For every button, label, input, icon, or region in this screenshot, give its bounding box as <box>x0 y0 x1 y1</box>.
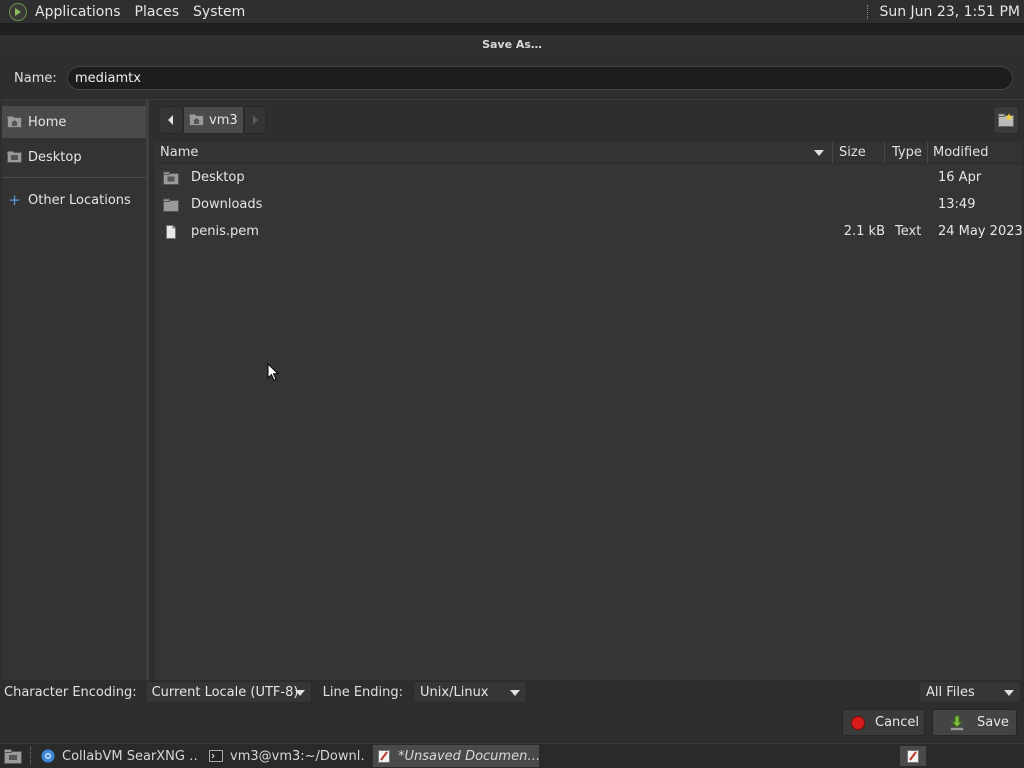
file-size: 2.1 kB <box>843 224 885 239</box>
home-folder-icon <box>7 116 22 128</box>
desktop-folder-icon <box>7 151 22 163</box>
create-folder-button[interactable] <box>993 106 1019 134</box>
chevron-left-icon <box>168 115 173 125</box>
taskbar-separator <box>30 747 31 765</box>
table-row[interactable]: penis.pem 2.1 kB Text 24 May 2023 <box>155 218 1023 245</box>
column-header-size[interactable]: Size <box>833 141 885 164</box>
sidebar-item-label: Home <box>28 114 67 130</box>
task-terminal[interactable]: vm3@vm3:~/Downl… <box>205 745 365 767</box>
column-label: Name <box>160 144 199 160</box>
mouse-pointer-icon <box>267 363 279 382</box>
name-row: Name: <box>0 61 1024 95</box>
panel-separator <box>867 4 871 19</box>
chevron-down-icon <box>294 690 305 696</box>
path-forward-button[interactable] <box>243 106 266 134</box>
system-menu[interactable]: System <box>186 0 252 24</box>
text-editor-icon <box>907 750 919 763</box>
folder-icon <box>163 198 179 212</box>
path-crumb-vm3[interactable]: vm3 <box>183 106 244 134</box>
applications-menu[interactable]: Applications <box>28 0 128 24</box>
taskbar: CollabVM SearXNG … vm3@vm3:~/Downl… *Uns… <box>0 743 1024 768</box>
line-ending-select[interactable]: Unix/Linux <box>413 681 528 703</box>
encoding-select[interactable]: Current Locale (UTF-8) <box>144 681 312 703</box>
desktop-folder-icon <box>163 171 179 185</box>
encoding-label: Character Encoding: <box>4 684 137 700</box>
sidebar-item-other-locations[interactable]: + Other Locations <box>2 184 146 216</box>
file-modified: 16 Apr <box>938 170 982 185</box>
file-type: Text <box>895 224 922 239</box>
terminal-icon <box>209 750 223 762</box>
sidebar-item-label: Desktop <box>28 149 82 165</box>
file-modified: 24 May 2023 <box>938 224 1023 239</box>
table-row[interactable]: Desktop 16 Apr <box>155 164 1022 191</box>
file-name: penis.pem <box>191 224 259 239</box>
task-label: *Unsaved Documen… <box>398 748 539 764</box>
column-header-name[interactable]: Name <box>155 141 833 164</box>
browser-icon <box>41 749 55 763</box>
clock[interactable]: Sun Jun 23, 1:51 PM <box>879 4 1020 20</box>
new-folder-icon <box>998 113 1014 127</box>
task-text-editor[interactable]: *Unsaved Documen… <box>373 745 539 767</box>
table-row[interactable]: Downloads 13:49 <box>155 191 1022 218</box>
sidebar-item-home[interactable]: Home <box>2 106 146 138</box>
list-header: Name Size Type Modified <box>155 141 1022 164</box>
plus-icon: + <box>8 191 21 209</box>
cancel-label: Cancel <box>875 715 920 730</box>
tray-text-editor-launcher[interactable] <box>900 746 926 766</box>
path-crumb-label: vm3 <box>209 112 238 128</box>
name-label: Name: <box>14 70 57 86</box>
file-name: Downloads <box>191 197 263 212</box>
file-name: Desktop <box>191 170 245 185</box>
places-menu[interactable]: Places <box>128 0 187 24</box>
file-filter-select[interactable]: All Files <box>919 681 1021 703</box>
chevron-down-icon <box>1004 690 1014 696</box>
download-icon <box>950 715 964 731</box>
sort-down-icon <box>814 149 824 156</box>
file-modified: 13:49 <box>938 197 976 212</box>
chevron-down-icon <box>510 690 521 696</box>
options-row: Character Encoding: Current Locale (UTF-… <box>0 680 1024 704</box>
show-desktop-icon <box>4 749 22 764</box>
column-header-modified[interactable]: Modified <box>928 142 1020 164</box>
path-bar: vm3 <box>159 106 266 134</box>
line-ending-value: Unix/Linux <box>420 684 489 700</box>
file-filter-value: All Files <box>926 684 975 700</box>
chevron-right-icon <box>252 115 258 125</box>
path-back-button[interactable] <box>159 106 183 134</box>
mate-logo-icon[interactable] <box>9 2 27 21</box>
file-list: Name Size Type Modified Desktop 16 Apr D… <box>155 141 1023 680</box>
save-as-dialog: Save As… Name: Home Desktop + Other Loca… <box>0 35 1024 743</box>
sidebar-separator <box>2 177 146 178</box>
task-label: vm3@vm3:~/Downl… <box>230 748 365 764</box>
divider <box>0 99 1024 100</box>
sidebar-item-label: Other Locations <box>28 192 131 208</box>
line-ending-label: Line Ending: <box>322 684 404 700</box>
text-editor-icon <box>378 750 390 763</box>
save-label: Save <box>977 715 1009 730</box>
show-desktop-button[interactable] <box>2 747 24 765</box>
save-button[interactable]: Save <box>932 709 1017 736</box>
cancel-button[interactable]: Cancel <box>842 709 925 736</box>
places-sidebar: Home Desktop + Other Locations <box>2 100 149 680</box>
sidebar-item-desktop[interactable]: Desktop <box>2 141 146 173</box>
cancel-icon <box>851 715 865 730</box>
top-panel: Applications Places System Sun Jun 23, 1… <box>0 0 1024 24</box>
dialog-title: Save As… <box>0 35 1024 55</box>
text-file-icon <box>163 224 179 239</box>
task-label: CollabVM SearXNG … <box>62 748 197 764</box>
file-name-input[interactable] <box>67 66 1013 90</box>
encoding-value: Current Locale (UTF-8) <box>151 684 299 700</box>
home-folder-icon <box>189 114 204 126</box>
task-browser[interactable]: CollabVM SearXNG … <box>37 745 197 767</box>
column-header-type[interactable]: Type <box>885 141 928 164</box>
dialog-buttons: Cancel Save <box>0 709 1024 739</box>
